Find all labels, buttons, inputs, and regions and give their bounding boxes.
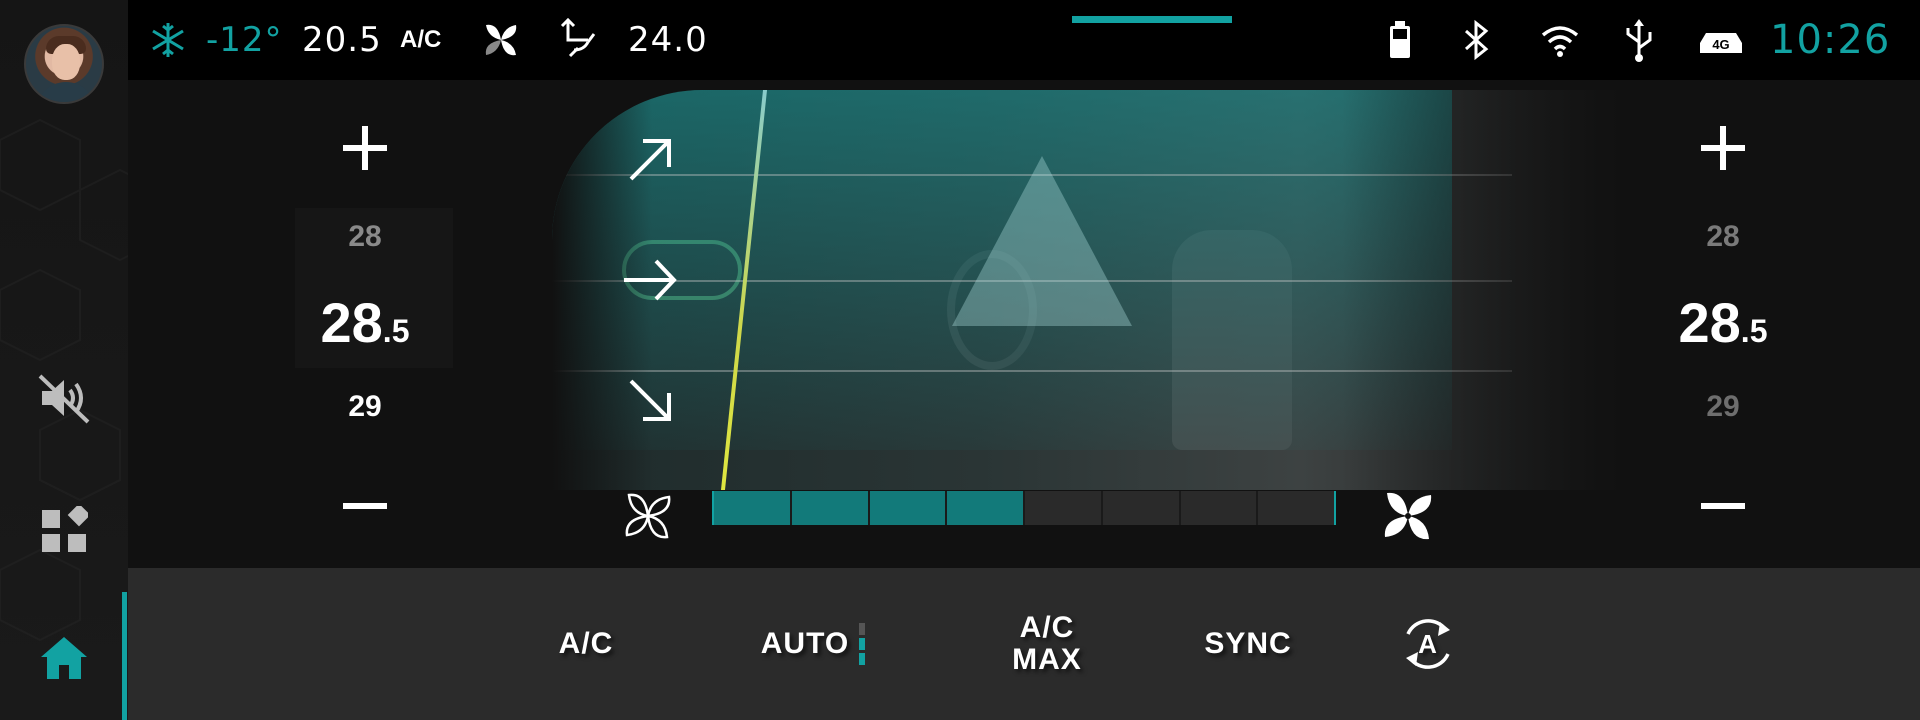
fan-speed-segment[interactable] (1025, 491, 1101, 525)
fan-decrease-button[interactable] (608, 476, 688, 556)
auto-level-indicator (859, 623, 866, 665)
driver-temp-increase-button[interactable] (325, 108, 405, 188)
apps-icon (42, 506, 88, 552)
driver-temp-decrease-button[interactable] (325, 466, 405, 546)
recirculation-icon: A (1406, 619, 1450, 669)
ac-max-button[interactable]: A/C MAX (972, 596, 1122, 692)
passenger-temp-lower: 29 (1706, 390, 1740, 423)
passenger-temp-current: 28.5 (1678, 291, 1768, 354)
plus-icon (343, 126, 387, 170)
fan-speed-segment[interactable] (714, 491, 790, 525)
clock: 10:26 (1770, 17, 1891, 63)
panel-pull-handle[interactable] (1072, 16, 1232, 23)
fan-speed-segment[interactable] (1102, 491, 1179, 525)
driver-temperature-control: 28 28.5 29 (265, 80, 465, 568)
apps-button[interactable] (28, 494, 100, 566)
auto-label: AUTO (760, 627, 850, 660)
sidebar (0, 0, 128, 720)
climate-mode-bar: A/C AUTO A/C MAX SYNC A (128, 568, 1920, 720)
climate-panel: 28 28.5 29 28 28.5 29 (128, 80, 1920, 568)
fan-speed-segment[interactable] (947, 491, 1023, 525)
ac-max-line1: A/C (1019, 611, 1075, 644)
ac-status: A/C (400, 26, 442, 53)
passenger-temperature-readout: 24.0 (628, 20, 708, 60)
passenger-temp-decrease-button[interactable] (1683, 466, 1763, 546)
cellular-4g-icon: 4G (1698, 16, 1744, 64)
vent-face-button[interactable] (600, 240, 700, 320)
outside-temperature: -12° (206, 20, 283, 60)
fan-increase-button[interactable] (1368, 476, 1448, 556)
fan-speed-segment[interactable] (1258, 491, 1334, 525)
bluetooth-icon (1462, 16, 1492, 64)
vent-windshield-button[interactable] (600, 120, 700, 200)
wifi-icon (1540, 16, 1580, 64)
arrow-up-right-icon (629, 139, 671, 181)
battery-icon (1388, 16, 1412, 64)
passenger-temperature-control: 28 28.5 29 (1623, 80, 1823, 568)
fan-speed-segment[interactable] (1180, 491, 1257, 525)
driver-temperature-readout: 20.5 (302, 20, 382, 60)
airflow-icon (558, 16, 600, 64)
driver-temp-upper: 28 (348, 220, 382, 253)
auto-recirculation-button[interactable]: A (1378, 596, 1478, 692)
status-bar: -12° 20.5 A/C 24.0 4G 10:26 (128, 0, 1920, 80)
auto-button[interactable]: AUTO (728, 596, 898, 692)
sidebar-pattern (0, 118, 128, 642)
fan-icon (480, 16, 522, 64)
profile-avatar[interactable] (24, 24, 104, 104)
minus-icon (1701, 503, 1745, 509)
ac-max-line2: MAX (1012, 643, 1082, 676)
svg-text:4G: 4G (1712, 37, 1729, 52)
fan-high-icon (1384, 492, 1432, 540)
svg-text:A: A (1418, 629, 1438, 659)
mute-button[interactable] (28, 362, 100, 434)
ac-button[interactable]: A/C (516, 596, 656, 692)
active-indicator (122, 592, 127, 720)
vent-feet-button[interactable] (600, 360, 700, 440)
arrow-down-right-icon (629, 379, 671, 421)
passenger-temp-increase-button[interactable] (1683, 108, 1763, 188)
cabin-airflow-visual (552, 90, 1622, 490)
minus-icon (343, 503, 387, 509)
sync-button[interactable]: SYNC (1158, 596, 1338, 692)
usb-icon (1622, 16, 1656, 64)
fan-low-icon (625, 493, 671, 539)
arrow-right-icon (624, 259, 677, 301)
fan-speed-segment[interactable] (791, 491, 868, 525)
fan-speed-bar[interactable] (712, 491, 1336, 525)
mute-icon (38, 374, 90, 424)
driver-temp-lower: 29 (348, 390, 382, 423)
home-icon (41, 637, 87, 679)
driver-temp-current: 28.5 (320, 291, 410, 354)
fan-speed-segment[interactable] (869, 491, 946, 525)
home-button[interactable] (28, 622, 100, 694)
passenger-temp-upper: 28 (1706, 220, 1740, 253)
plus-icon (1701, 126, 1745, 170)
snowflake-icon (148, 16, 188, 64)
